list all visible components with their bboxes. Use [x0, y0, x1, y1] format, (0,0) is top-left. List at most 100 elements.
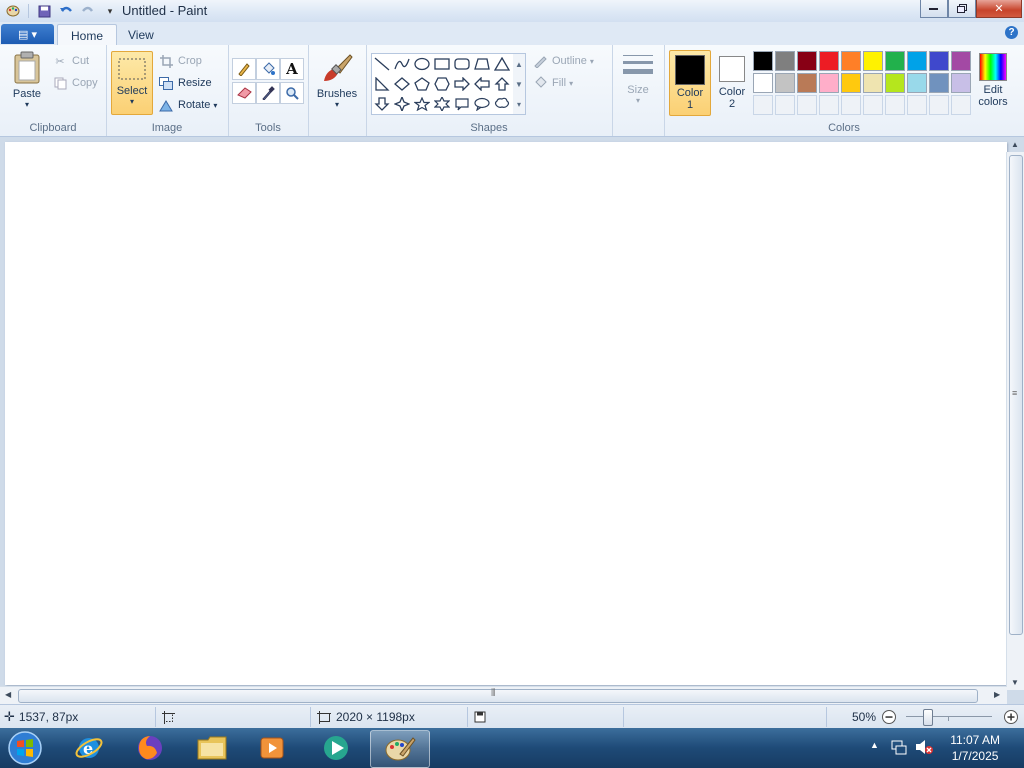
start-button[interactable]: [4, 730, 46, 766]
undo-icon[interactable]: [58, 3, 74, 19]
palette-swatch[interactable]: [929, 73, 949, 93]
palette-swatch[interactable]: [885, 73, 905, 93]
outline-button[interactable]: Outline ▾: [532, 52, 594, 70]
cloud-callout-shape[interactable]: [492, 94, 512, 114]
taskbar-file-explorer[interactable]: [186, 730, 238, 766]
diamond-shape[interactable]: [392, 74, 412, 94]
five-point-star-shape[interactable]: [412, 94, 432, 114]
four-point-star-shape[interactable]: [392, 94, 412, 114]
network-icon[interactable]: [890, 738, 908, 759]
palette-swatch[interactable]: [951, 51, 971, 71]
fill-button[interactable]: Fill ▾: [532, 74, 573, 92]
help-icon[interactable]: ?: [1005, 26, 1018, 39]
zoom-in-button[interactable]: [1003, 709, 1019, 725]
palette-swatch[interactable]: [797, 73, 817, 93]
custom-color-slot[interactable]: [819, 95, 839, 115]
brushes-button[interactable]: Brushes ▾: [313, 51, 361, 109]
oval-callout-shape[interactable]: [472, 94, 492, 114]
tab-view[interactable]: View: [115, 24, 167, 45]
magnifier-tool[interactable]: [280, 82, 304, 104]
palette-swatch[interactable]: [929, 51, 949, 71]
custom-color-slot[interactable]: [797, 95, 817, 115]
gallery-expand-icon[interactable]: ▾: [517, 100, 521, 109]
redo-icon[interactable]: [80, 3, 96, 19]
zoom-slider[interactable]: [906, 709, 992, 726]
copy-button[interactable]: Copy: [52, 74, 98, 92]
rotate-button[interactable]: Rotate ▾: [158, 96, 217, 114]
paint-app-icon[interactable]: [5, 3, 21, 19]
rectangle-shape[interactable]: [432, 54, 452, 74]
palette-swatch[interactable]: [951, 73, 971, 93]
custom-color-slot[interactable]: [863, 95, 883, 115]
volume-muted-icon[interactable]: [914, 738, 934, 759]
left-arrow-shape[interactable]: [472, 74, 492, 94]
palette-swatch[interactable]: [863, 73, 883, 93]
paste-button[interactable]: Paste ▾: [7, 51, 47, 109]
custom-color-slot[interactable]: [775, 95, 795, 115]
save-icon[interactable]: [36, 3, 52, 19]
line-shape[interactable]: [372, 54, 392, 74]
down-arrow-shape[interactable]: [372, 94, 392, 114]
customize-toolbar-icon[interactable]: ▾: [102, 3, 118, 19]
rounded-callout-shape[interactable]: [452, 94, 472, 114]
zoom-out-button[interactable]: [881, 709, 897, 725]
scroll-left-arrow-icon[interactable]: ◀: [5, 690, 11, 699]
scroll-right-arrow-icon[interactable]: ▶: [994, 690, 1000, 699]
right-triangle-shape[interactable]: [372, 74, 392, 94]
palette-swatch[interactable]: [841, 73, 861, 93]
palette-swatch[interactable]: [885, 51, 905, 71]
pentagon-shape[interactable]: [412, 74, 432, 94]
rounded-rectangle-shape[interactable]: [452, 54, 472, 74]
palette-swatch[interactable]: [797, 51, 817, 71]
taskbar-internet-explorer[interactable]: e: [63, 730, 115, 766]
vertical-scroll-thumb[interactable]: ≡: [1009, 155, 1023, 635]
palette-swatch[interactable]: [775, 51, 795, 71]
size-button[interactable]: Size ▾: [618, 53, 658, 105]
horizontal-scroll-thumb[interactable]: ⦀: [18, 688, 978, 703]
cut-button[interactable]: ✂ Cut: [52, 52, 89, 70]
close-button[interactable]: ✕: [976, 0, 1022, 18]
taskbar-media-center[interactable]: [310, 730, 362, 766]
eraser-tool[interactable]: [232, 82, 256, 104]
triangle-shape[interactable]: [492, 54, 512, 74]
palette-swatch[interactable]: [753, 73, 773, 93]
six-point-star-shape[interactable]: [432, 94, 452, 114]
scroll-down-arrow-icon[interactable]: ▼: [1011, 678, 1019, 687]
text-tool[interactable]: A: [280, 58, 304, 80]
zoom-slider-thumb[interactable]: [923, 709, 933, 726]
palette-swatch[interactable]: [775, 73, 795, 93]
horizontal-scrollbar[interactable]: ◀ ⦀ ▶: [0, 686, 1007, 704]
shapes-gallery-scroll[interactable]: ▲ ▼ ▾: [513, 53, 526, 115]
color2-button[interactable]: Color 2: [712, 50, 752, 114]
up-arrow-shape[interactable]: [492, 74, 512, 94]
crop-button[interactable]: Crop: [158, 52, 202, 70]
show-hidden-icons-button[interactable]: ▲: [870, 740, 879, 750]
custom-color-slot[interactable]: [951, 95, 971, 115]
color-picker-tool[interactable]: [256, 82, 280, 104]
drawing-canvas[interactable]: [5, 142, 1007, 685]
custom-color-slot[interactable]: [753, 95, 773, 115]
maximize-button[interactable]: [948, 0, 976, 18]
taskbar-media-player[interactable]: [246, 730, 298, 766]
polygon-shape[interactable]: [472, 54, 492, 74]
custom-color-slot[interactable]: [907, 95, 927, 115]
edit-colors-button[interactable]: Edit colors: [976, 51, 1010, 108]
palette-swatch[interactable]: [863, 51, 883, 71]
hexagon-shape[interactable]: [432, 74, 452, 94]
tab-home[interactable]: Home: [57, 24, 118, 46]
palette-swatch[interactable]: [819, 73, 839, 93]
custom-color-slot[interactable]: [841, 95, 861, 115]
taskbar-paint[interactable]: [370, 730, 430, 768]
palette-swatch[interactable]: [907, 51, 927, 71]
palette-swatch[interactable]: [841, 51, 861, 71]
custom-color-slot[interactable]: [929, 95, 949, 115]
palette-swatch[interactable]: [819, 51, 839, 71]
right-arrow-shape[interactable]: [452, 74, 472, 94]
resize-button[interactable]: Resize: [158, 74, 212, 92]
taskbar-clock[interactable]: 11:07 AM 1/7/2025: [950, 732, 1000, 764]
paint-menu-button[interactable]: ▤ ▾: [1, 24, 54, 44]
select-button[interactable]: Select ▾: [111, 51, 153, 115]
minimize-button[interactable]: [920, 0, 948, 18]
taskbar-firefox[interactable]: [124, 730, 176, 766]
color1-button[interactable]: Color 1: [669, 50, 711, 116]
